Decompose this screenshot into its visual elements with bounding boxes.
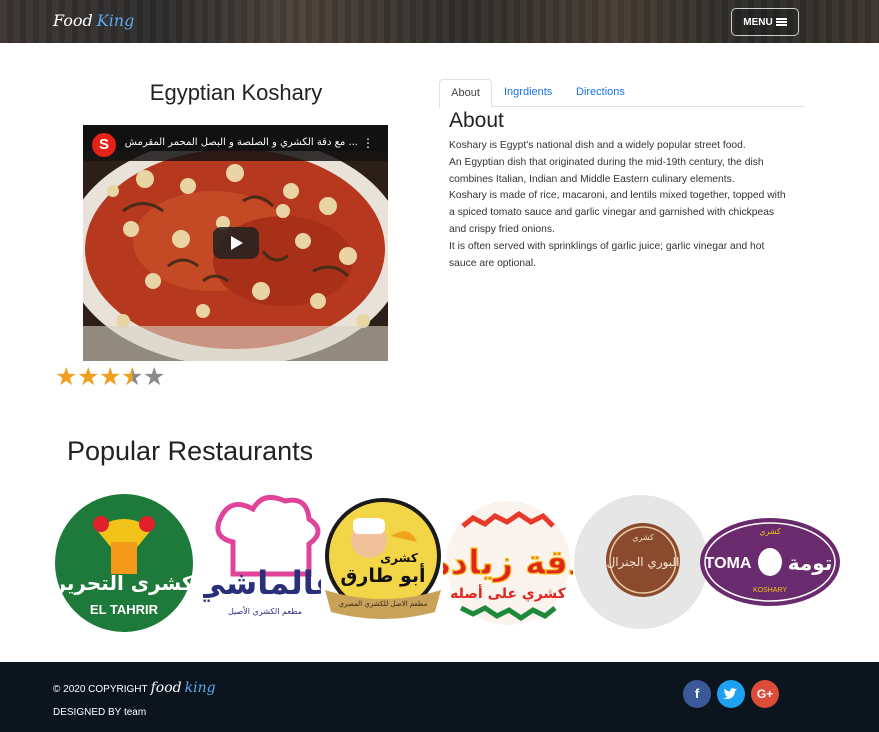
star-icon[interactable]: ★ <box>77 364 99 389</box>
more-options-icon[interactable]: ⋮ <box>362 137 374 149</box>
twitter-icon[interactable] <box>717 680 745 708</box>
star-rating: ★ ★ ★ ★ ★ <box>55 364 165 389</box>
logo-word-food: Food <box>53 11 93 30</box>
alamashy-sub: مطعم الكشري الأصيل <box>228 606 302 616</box>
about-text: Koshary is Egypt's national dish and a w… <box>449 138 794 272</box>
abou-tarek-name: أبو طارق <box>340 563 425 587</box>
video-player[interactable]: S ... مع دقة الكشري و الصلصة و البصل الم… <box>83 125 388 361</box>
logo-word-king: King <box>96 11 135 30</box>
alamashy-logo[interactable]: عالماشي مطعم الكشري الأصيل <box>203 494 321 624</box>
play-icon[interactable] <box>213 227 259 259</box>
el-bory-logo[interactable]: كشري البوري الجنرال <box>571 494 711 630</box>
popular-heading: Popular Restaurants <box>67 436 314 466</box>
about-paragraph: An Egyptian dish that originated during … <box>449 156 764 185</box>
tab-ingredients[interactable]: Ingrdients <box>504 79 552 107</box>
menu-button[interactable]: MENU <box>731 8 799 36</box>
menu-label: MENU <box>743 16 773 28</box>
footer-brand-food: food <box>150 680 182 696</box>
video-title-bar: S ... مع دقة الكشري و الصلصة و البصل الم… <box>83 125 388 161</box>
footer: © 2020 COPYRIGHT food king DESIGNED BY te… <box>0 662 879 732</box>
da2a-zyada-name: دقة زيادة <box>443 543 573 583</box>
footer-brand-king: king <box>184 680 216 696</box>
tab-bar: About Ingrdients Directions <box>439 79 804 108</box>
video-title[interactable]: ... مع دقة الكشري و الصلصة و البصل المحم… <box>123 137 358 148</box>
toma-pre: كشري <box>759 527 781 536</box>
toma-logo[interactable]: TOMA تومة كشري KOSHARY <box>698 516 842 608</box>
about-heading: About <box>449 109 504 132</box>
star-icon[interactable]: ★ <box>121 364 143 389</box>
hamburger-icon <box>775 18 787 26</box>
restaurant-logos: كشرى التحرير EL TAHRIR عالماشي مطعم الكش… <box>0 492 879 632</box>
el-bory-pre: كشري <box>632 533 654 542</box>
twitter-bird-icon <box>723 688 737 700</box>
el-tahrir-latin: EL TAHRIR <box>90 602 159 617</box>
star-icon[interactable]: ★ <box>55 364 77 389</box>
channel-avatar[interactable]: S <box>92 133 116 157</box>
toma-arabic: تومة <box>788 551 833 575</box>
el-tahrir-arabic: كشرى التحرير <box>53 571 193 595</box>
toma-sub: KOSHARY <box>753 587 787 594</box>
copyright: © 2020 COPYRIGHT food king <box>53 680 216 696</box>
navbar: Food King MENU <box>0 0 879 43</box>
about-paragraph: Koshary is Egypt's national dish and a w… <box>449 140 746 151</box>
page: Food King MENU Egyptian Koshary S ... مع… <box>0 0 879 732</box>
facebook-icon[interactable]: f <box>683 680 711 708</box>
about-paragraph: Koshary is made of rice, macaroni, and l… <box>449 190 786 235</box>
alamashy-name: عالماشي <box>203 564 321 602</box>
tab-directions[interactable]: Directions <box>576 79 625 107</box>
tab-about[interactable]: About <box>439 79 492 108</box>
el-tahrir-logo[interactable]: كشرى التحرير EL TAHRIR <box>51 494 197 632</box>
star-icon[interactable]: ★ <box>143 364 165 389</box>
site-logo[interactable]: Food King <box>53 11 134 30</box>
abou-tarek-pre: كشرى <box>380 551 418 565</box>
da2a-zyada-logo[interactable]: دقة زيادة كشري على أصله <box>443 498 573 628</box>
abou-tarek-sub: مطعم الاصل للكشري المصري <box>339 600 428 608</box>
el-bory-name: البوري الجنرال <box>607 555 680 570</box>
designed-by: DESIGNED BY team <box>53 707 147 718</box>
copyright-text: © 2020 COPYRIGHT <box>53 684 148 695</box>
about-paragraph: It is often served with sprinklings of g… <box>449 240 765 269</box>
google-plus-icon[interactable]: G+ <box>751 680 779 708</box>
dish-title: Egyptian Koshary <box>149 80 323 105</box>
abou-tarek-logo[interactable]: كشرى أبو طارق مطعم الاصل للكشري المصري <box>319 498 447 624</box>
da2a-zyada-sub: كشري على أصله <box>450 584 567 603</box>
toma-latin: TOMA <box>705 555 752 572</box>
star-icon[interactable]: ★ <box>99 364 121 389</box>
